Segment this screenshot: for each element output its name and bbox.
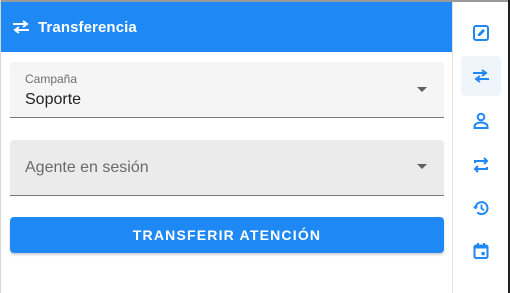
- sidebar-item-history[interactable]: [461, 188, 501, 228]
- transfer-button[interactable]: TRANSFERIR ATENCIÓN: [10, 217, 444, 253]
- sidebar-item-edit[interactable]: [461, 13, 501, 53]
- sidebar-item-transfer[interactable]: [461, 56, 501, 96]
- campaign-value: Soporte: [25, 91, 82, 108]
- sidebar-item-repeat[interactable]: [461, 145, 501, 185]
- person-icon: [472, 112, 490, 130]
- transfer-panel: Transferencia Campaña Soporte Agente en …: [1, 2, 452, 293]
- agent-placeholder: Agente en sesión: [25, 159, 149, 176]
- agent-select[interactable]: Agente en sesión: [10, 140, 444, 196]
- swap-horizontal-icon: [472, 68, 490, 84]
- action-sidebar: [452, 2, 508, 293]
- sidebar-item-person[interactable]: [461, 101, 501, 141]
- edit-icon: [472, 24, 490, 42]
- campaign-select[interactable]: Campaña Soporte: [10, 62, 444, 118]
- campaign-label: Campaña: [25, 72, 78, 86]
- repeat-arrows-icon: [472, 156, 490, 174]
- panel-header: Transferencia: [1, 2, 452, 52]
- history-icon: [472, 199, 490, 217]
- app-window: Transferencia Campaña Soporte Agente en …: [0, 0, 510, 293]
- sidebar-item-calendar[interactable]: [461, 231, 501, 271]
- chevron-down-icon[interactable]: [417, 87, 427, 92]
- panel-title: Transferencia: [38, 18, 137, 36]
- chevron-down-icon[interactable]: [417, 164, 427, 169]
- calendar-icon: [472, 242, 490, 260]
- swap-horizontal-icon: [10, 16, 32, 38]
